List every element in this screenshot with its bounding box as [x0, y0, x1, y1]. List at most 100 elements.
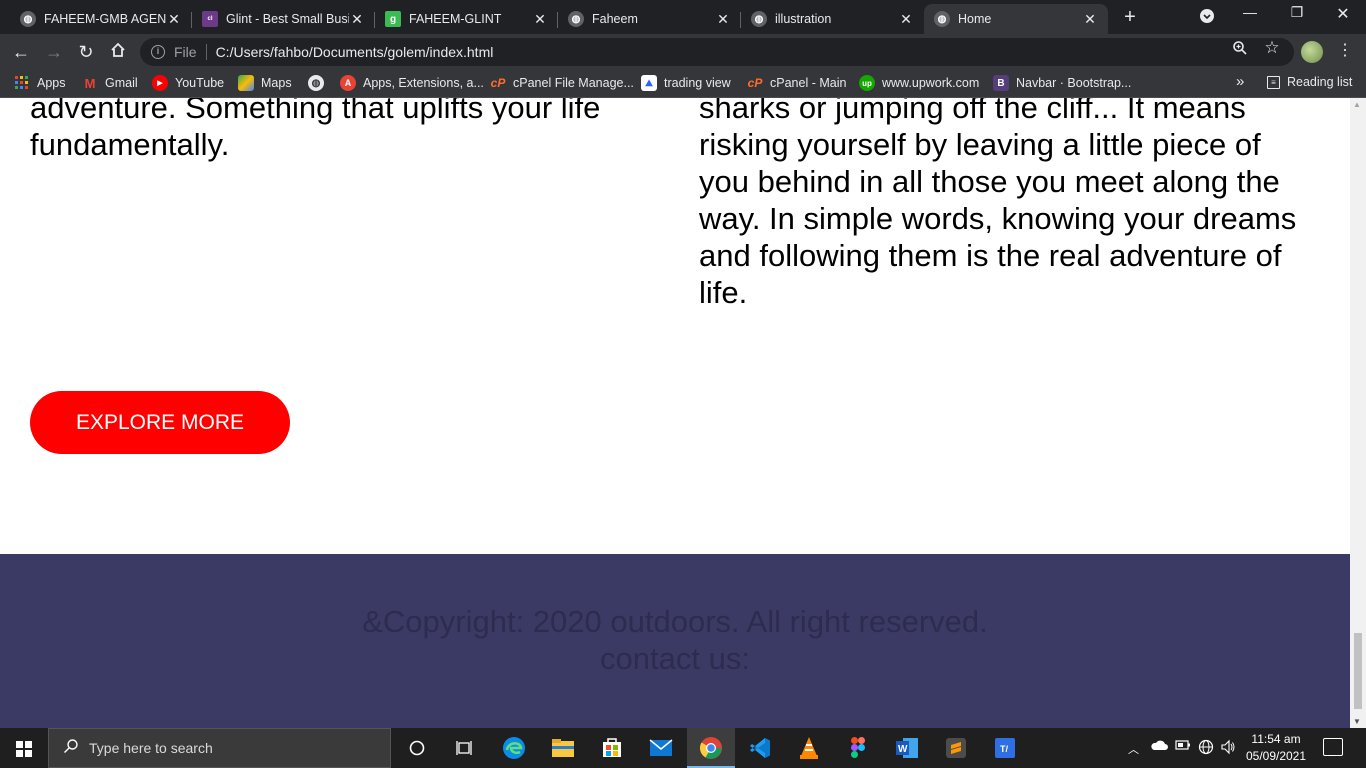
right-paragraph: sharks or jumping off the cliff... It me… [699, 98, 1339, 311]
close-icon[interactable]: ✕ [715, 11, 731, 28]
chrome-icon[interactable] [696, 733, 726, 763]
text-line: risking yourself by leaving a little pie… [699, 127, 1261, 162]
zoom-icon[interactable] [1231, 40, 1249, 58]
bookmark-label: Apps [37, 76, 66, 90]
windows-taskbar: Type here to search W T/ ︿ 11:54 am 05/0… [0, 728, 1366, 768]
url-text[interactable]: C:/Users/fahbo/Documents/golem/index.htm… [216, 44, 494, 60]
explore-more-button[interactable]: EXPLORE MORE [30, 391, 290, 454]
scroll-up-icon[interactable]: ▲ [1353, 100, 1361, 109]
profile-avatar[interactable] [1301, 41, 1323, 63]
taskbar-search-box[interactable]: Type here to search [48, 728, 391, 768]
address-bar[interactable]: i File C:/Users/fahbo/Documents/golem/in… [140, 38, 1294, 66]
scroll-down-icon[interactable]: ▼ [1353, 717, 1361, 726]
site-info-icon[interactable]: i [151, 45, 165, 59]
store-icon[interactable] [597, 733, 627, 763]
bookmark-label: Navbar · Bootstrap... [1016, 76, 1132, 90]
bookmark-globe[interactable]: ◍ [308, 75, 331, 91]
protocol-label: File [174, 44, 197, 60]
tradingview-icon: ⛰ [641, 75, 657, 91]
close-icon[interactable]: ✕ [898, 11, 914, 28]
close-icon[interactable]: ✕ [532, 11, 548, 28]
word-icon[interactable]: W [892, 733, 922, 763]
more-menu-icon[interactable]: ⋮ [1337, 41, 1353, 61]
globe-icon: ◍ [568, 11, 584, 27]
reload-icon[interactable]: ↻ [75, 41, 97, 63]
tab-title: Faheem [592, 12, 638, 26]
bootstrap-icon: B [993, 75, 1009, 91]
minimize-button[interactable]: — [1240, 4, 1260, 20]
clock-date: 05/09/2021 [1245, 749, 1307, 763]
bookmark-star-icon[interactable]: ☆ [1263, 38, 1281, 57]
colorlib-icon: cl [202, 11, 218, 27]
text-line: fundamentally. [30, 127, 230, 162]
system-clock[interactable]: 11:54 am 05/09/2021 [1240, 731, 1312, 765]
network-icon[interactable] [1198, 739, 1214, 758]
bookmark-tradingview[interactable]: ⛰ trading view [641, 75, 731, 91]
gmail-icon: M [84, 75, 96, 91]
tab-home[interactable]: ◍ Home ✕ [924, 4, 1108, 34]
bookmark-label: cPanel File Manage... [513, 76, 634, 90]
restore-button[interactable]: ❐ [1287, 4, 1307, 21]
reading-list-button[interactable]: ≡ Reading list [1267, 75, 1352, 89]
sublime-icon[interactable] [941, 733, 971, 763]
bookmark-extensions[interactable]: A Apps, Extensions, a... [340, 75, 484, 91]
close-icon[interactable]: ✕ [349, 11, 365, 28]
tab-faheem-glint[interactable]: g FAHEEM-GLINT ✕ [375, 4, 558, 34]
battery-icon[interactable] [1175, 739, 1191, 754]
bookmark-bootstrap[interactable]: B Navbar · Bootstrap... [993, 75, 1131, 91]
text-line: sharks or jumping off the cliff... It me… [699, 98, 1246, 125]
tab-illustration[interactable]: ◍ illustration ✕ [741, 4, 924, 34]
notification-center-icon[interactable] [1323, 738, 1343, 756]
close-icon[interactable]: ✕ [1082, 11, 1098, 28]
home-icon[interactable] [107, 41, 129, 63]
close-icon[interactable]: ✕ [166, 11, 182, 28]
bookmark-label: trading view [664, 76, 731, 90]
bookmark-apps[interactable]: Apps [14, 75, 66, 91]
browser-toolbar: ← → ↻ i File C:/Users/fahbo/Documents/go… [0, 34, 1366, 70]
cortana-icon[interactable] [402, 733, 432, 763]
bookmark-maps[interactable]: Maps [238, 75, 292, 91]
typora-icon[interactable]: T/ [990, 733, 1020, 763]
mail-icon[interactable] [646, 733, 676, 763]
upwork-icon: up [859, 75, 875, 91]
start-button[interactable] [0, 728, 48, 768]
bookmark-gmail[interactable]: M Gmail [82, 75, 138, 91]
bookmark-youtube[interactable]: ▶ YouTube [152, 75, 224, 91]
task-view-icon[interactable] [450, 733, 480, 763]
back-icon[interactable]: ← [10, 41, 32, 63]
tab-title: illustration [775, 12, 832, 26]
bookmark-cpanel-main[interactable]: cP cPanel - Main [747, 75, 847, 91]
vscode-icon[interactable] [745, 733, 775, 763]
text-line: adventure. Something that uplifts your l… [30, 98, 601, 125]
tab-title: Glint - Best Small Business [226, 12, 349, 26]
onedrive-icon[interactable] [1150, 739, 1168, 754]
tab-faheem[interactable]: ◍ Faheem ✕ [558, 4, 741, 34]
svg-text:T/: T/ [1000, 744, 1008, 754]
g-icon: g [385, 11, 401, 27]
maps-icon [238, 75, 254, 91]
figma-icon[interactable] [843, 733, 873, 763]
new-tab-button[interactable]: + [1118, 6, 1142, 30]
close-window-button[interactable]: ✕ [1333, 4, 1353, 24]
volume-icon[interactable] [1220, 739, 1236, 758]
file-explorer-icon[interactable] [548, 733, 578, 763]
bookmark-label: Maps [261, 76, 292, 90]
vlc-icon[interactable] [794, 733, 824, 763]
scrollbar-thumb[interactable] [1354, 633, 1362, 709]
bookmark-label: www.upwork.com [882, 76, 980, 90]
tab-search-icon[interactable] [1197, 8, 1217, 27]
edge-icon[interactable] [499, 733, 529, 763]
tab-faheem-gmb[interactable]: ◍ FAHEEM-GMB AGENCY ✕ [10, 4, 192, 34]
tab-glint[interactable]: cl Glint - Best Small Business ✕ [192, 4, 375, 34]
bookmark-upwork[interactable]: up www.upwork.com [859, 75, 979, 91]
footer-copyright: &Copyright: 2020 outdoors. All right res… [362, 604, 988, 639]
show-hidden-icons[interactable]: ︿ [1128, 741, 1139, 757]
page-footer: &Copyright: 2020 outdoors. All right res… [0, 554, 1350, 728]
search-placeholder: Type here to search [89, 740, 213, 756]
forward-icon[interactable]: → [43, 41, 65, 63]
tab-title: Home [958, 12, 992, 26]
page-scrollbar[interactable]: ▲ ▼ [1350, 98, 1366, 728]
cpanel-icon: cP [747, 76, 763, 90]
bookmarks-more-button[interactable]: » [1236, 73, 1244, 90]
bookmark-cpanel-file-manager[interactable]: cP cPanel File Manage... [490, 75, 634, 91]
